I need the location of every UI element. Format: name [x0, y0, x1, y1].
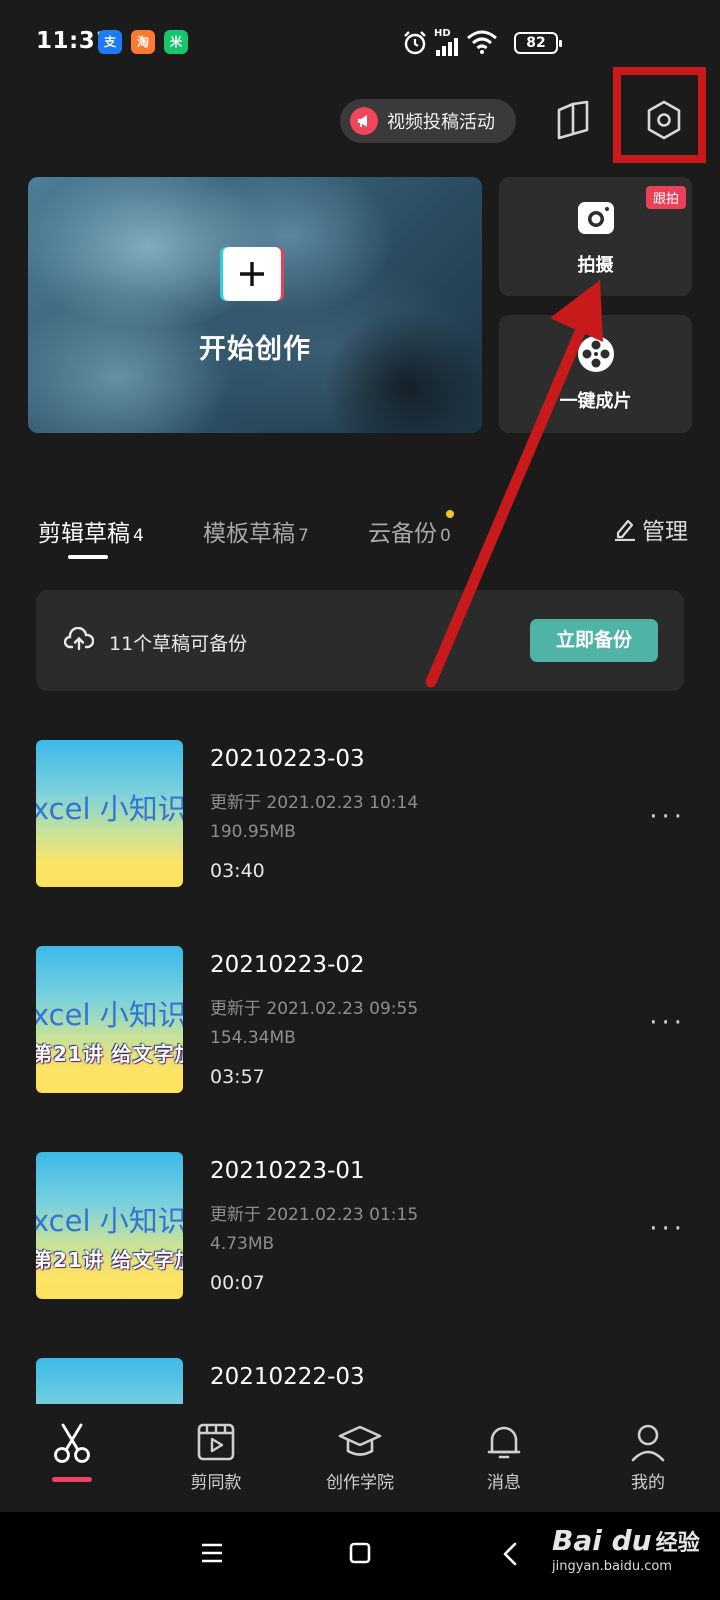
tab-template-drafts[interactable]: 模板草稿 7 — [203, 514, 309, 548]
nav-label: 消息 — [487, 1473, 521, 1493]
profile-icon — [631, 1424, 665, 1462]
draft-file-size: 4.73MB — [210, 1234, 275, 1254]
start-creating-card[interactable]: 开始创作 — [28, 177, 482, 433]
promo-label: 视频投稿活动 — [387, 112, 495, 133]
nav-label: 我的 — [631, 1473, 665, 1493]
draft-duration: 03:57 — [210, 1066, 265, 1088]
follow-shoot-badge: 跟拍 — [645, 186, 686, 209]
draft-thumbnail: xcel 小知识 第21讲 给文字加 — [36, 1152, 183, 1299]
new-indicator-dot — [446, 510, 454, 518]
more-options-icon[interactable]: ··· — [649, 1214, 686, 1244]
draft-duration: 03:40 — [210, 860, 265, 882]
plus-icon — [223, 247, 281, 301]
draft-item[interactable]: xcel 小知识 20210223-03 更新于 2021.02.23 10:1… — [36, 740, 684, 888]
tab-cloud-backup[interactable]: 云备份 0 — [368, 514, 451, 548]
manage-button[interactable]: 管理 — [614, 512, 688, 546]
one-click-label: 一键成片 — [559, 391, 632, 412]
draft-tabs: 剪辑草稿 4 模板草稿 7 云备份 0 管理 — [38, 508, 688, 568]
draft-file-size: 154.34MB — [210, 1028, 296, 1048]
mijia-icon: 米 — [164, 30, 188, 54]
watermark-url: jingyan.baidu.com — [552, 1559, 672, 1574]
tab-edit-drafts[interactable]: 剪辑草稿 4 — [38, 514, 144, 548]
nav-profile[interactable]: 我的 — [593, 1422, 703, 1493]
thumbnail-subcaption: 第21讲 给文字加 — [36, 1042, 183, 1066]
video-contest-chip[interactable]: 视频投稿活动 — [340, 99, 516, 143]
nav-label: 创作学院 — [326, 1473, 394, 1493]
alarm-icon — [404, 31, 426, 55]
menu-icon[interactable] — [201, 1542, 223, 1564]
watermark-brand-cn: 经验 — [655, 1531, 700, 1556]
draft-thumbnail: xcel 小知识 — [36, 740, 183, 887]
one-click-video-card[interactable]: 一键成片 — [499, 315, 692, 433]
cloud-upload-icon — [64, 627, 94, 651]
megaphone-icon — [350, 107, 378, 135]
thumbnail-caption: xcel 小知识 — [36, 792, 183, 826]
film-reel-icon — [578, 336, 614, 372]
more-options-icon[interactable]: ··· — [649, 1008, 686, 1038]
draft-file-size: 190.95MB — [210, 822, 296, 842]
thumbnail-caption: xcel 小知识 — [36, 998, 183, 1032]
baidu-jingyan-watermark: Bai du 经验 jingyan.baidu.com — [552, 1524, 720, 1574]
tab-label: 云备份 — [368, 521, 437, 547]
backup-message: 11个草稿可备份 — [109, 633, 248, 655]
start-creating-label: 开始创作 — [199, 334, 311, 365]
draft-title: 20210223-01 — [210, 1158, 365, 1184]
draft-item[interactable]: xcel 小知识 第21讲 给文字加 20210223-01 更新于 2021.… — [36, 1152, 684, 1300]
system-navigation-bar: Bai du 经验 jingyan.baidu.com — [0, 1512, 720, 1600]
more-options-icon[interactable]: ··· — [649, 802, 686, 832]
draft-thumbnail — [36, 1358, 183, 1404]
tab-label: 模板草稿 — [203, 521, 295, 547]
draft-thumbnail: xcel 小知识 第21讲 给文字加 — [36, 946, 183, 1093]
thumbnail-caption: xcel 小知识 — [36, 1204, 183, 1238]
draft-item[interactable]: xcel 小知识 第21讲 给文字加 20210223-02 更新于 2021.… — [36, 946, 684, 1094]
back-icon[interactable] — [502, 1542, 518, 1566]
draft-title: 20210222-03 — [210, 1364, 365, 1390]
taobao-icon: 淘 — [131, 30, 155, 54]
shoot-card[interactable]: 跟拍 拍摄 — [499, 177, 692, 296]
nav-edit[interactable] — [17, 1422, 127, 1470]
draft-updated-time: 更新于 2021.02.23 09:55 — [210, 999, 419, 1019]
template-film-icon — [197, 1423, 235, 1461]
tutorial-book-icon[interactable] — [556, 100, 590, 140]
annotation-highlight-box — [613, 67, 706, 163]
draft-duration: 00:07 — [210, 1272, 265, 1294]
thumbnail-subcaption: 第21讲 给文字加 — [36, 1248, 183, 1272]
nav-academy[interactable]: 创作学院 — [305, 1422, 415, 1493]
active-tab-indicator — [68, 555, 108, 559]
active-nav-indicator — [52, 1477, 92, 1482]
nav-label: 剪同款 — [190, 1473, 242, 1493]
alipay-icon: 支 — [98, 30, 122, 54]
status-bar: 11:31 支 淘 米 HD 82 — [0, 0, 720, 84]
scissors-icon — [54, 1423, 90, 1463]
watermark-brand: Bai du — [552, 1524, 652, 1557]
bottom-navigation: 剪同款 创作学院 消息 我的 — [0, 1404, 720, 1512]
draft-title: 20210223-02 — [210, 952, 365, 978]
battery-indicator: 82 — [514, 32, 562, 54]
tab-count: 0 — [440, 526, 451, 546]
draft-title: 20210223-03 — [210, 746, 365, 772]
edit-pencil-icon — [615, 519, 635, 541]
draft-updated-time: 更新于 2021.02.23 01:15 — [210, 1205, 419, 1225]
bell-icon — [487, 1426, 521, 1459]
graduation-cap-icon — [338, 1425, 382, 1456]
draft-updated-time: 更新于 2021.02.23 10:14 — [210, 793, 419, 813]
draft-item[interactable]: 20210222-03 — [36, 1358, 684, 1404]
backup-banner: 11个草稿可备份 立即备份 — [36, 590, 684, 691]
home-icon[interactable] — [349, 1542, 371, 1564]
tab-label: 剪辑草稿 — [38, 521, 130, 547]
nav-messages[interactable]: 消息 — [449, 1422, 559, 1493]
shoot-label: 拍摄 — [577, 255, 614, 276]
signal-icon — [436, 38, 458, 56]
backup-now-button[interactable]: 立即备份 — [530, 619, 658, 662]
tab-count: 7 — [298, 526, 309, 546]
camera-icon — [578, 202, 614, 234]
tab-count: 4 — [133, 526, 144, 546]
wifi-icon — [467, 30, 497, 54]
nav-templates[interactable]: 剪同款 — [161, 1422, 271, 1493]
manage-label: 管理 — [642, 519, 688, 545]
